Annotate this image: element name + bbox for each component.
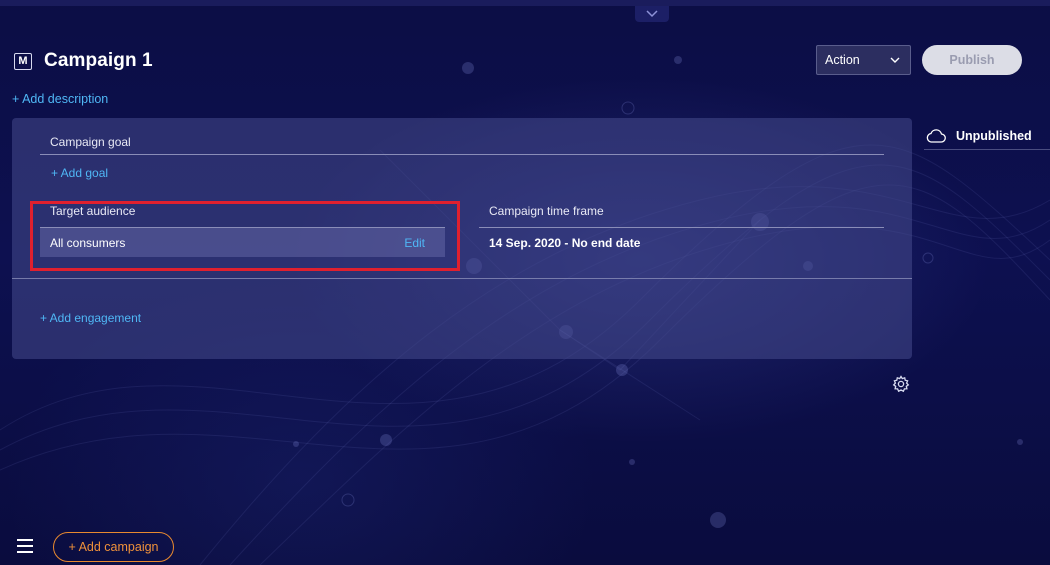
divider xyxy=(12,278,912,279)
campaign-goal-label: Campaign goal xyxy=(50,135,131,149)
hamburger-menu-icon[interactable] xyxy=(17,538,33,554)
chevron-down-icon xyxy=(646,10,658,18)
status-label: Unpublished xyxy=(956,128,1032,143)
action-dropdown-label: Action xyxy=(825,53,860,67)
page-title[interactable]: Campaign 1 xyxy=(44,50,153,72)
target-audience-value: All consumers xyxy=(50,235,126,250)
campaign-details-panel: Campaign goal + Add goal Target audience… xyxy=(12,118,912,359)
campaign-header: M Campaign 1 xyxy=(14,50,153,72)
cloud-icon xyxy=(926,128,946,143)
add-goal-link[interactable]: + Add goal xyxy=(51,166,108,180)
time-frame-section: Campaign time frame 14 Sep. 2020 - No en… xyxy=(479,204,884,257)
time-frame-label: Campaign time frame xyxy=(479,204,884,228)
edit-target-audience-button[interactable]: Edit xyxy=(404,236,425,250)
add-engagement-link[interactable]: + Add engagement xyxy=(40,311,141,325)
publish-button[interactable]: Publish xyxy=(922,45,1022,75)
target-audience-row: All consumers Edit xyxy=(40,228,445,257)
add-description-link[interactable]: + Add description xyxy=(12,92,108,106)
gear-icon[interactable] xyxy=(892,375,910,393)
campaign-type-badge: M xyxy=(14,52,32,70)
top-strip xyxy=(0,0,1050,6)
publish-status: Unpublished xyxy=(924,122,1050,150)
target-audience-label: Target audience xyxy=(40,204,445,228)
add-campaign-button[interactable]: + Add campaign xyxy=(53,532,174,562)
time-frame-value[interactable]: 14 Sep. 2020 - No end date xyxy=(479,228,884,257)
target-audience-section: Target audience All consumers Edit xyxy=(40,204,445,257)
action-dropdown[interactable]: Action xyxy=(816,45,911,75)
chevron-down-icon xyxy=(890,57,900,63)
collapse-toggle[interactable] xyxy=(635,6,669,22)
divider xyxy=(40,154,884,155)
